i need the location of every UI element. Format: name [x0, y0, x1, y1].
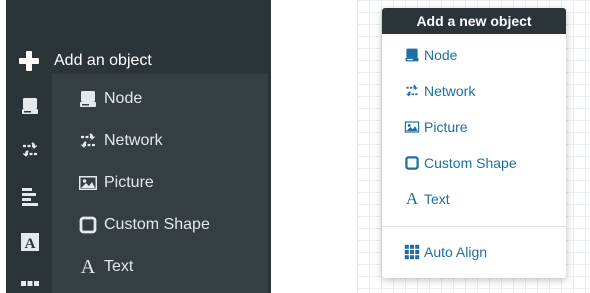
text-a-icon[interactable]: A: [20, 232, 40, 252]
submenu-item-label: Picture: [104, 174, 154, 191]
add-object-dropdown: Add a new object Node Network Picture Cu…: [382, 8, 566, 278]
dropdown-item-text[interactable]: A Text: [404, 187, 450, 211]
dropdown-header: Add a new object: [382, 8, 566, 34]
dropdown-item-auto-align[interactable]: Auto Align: [404, 240, 487, 264]
submenu-item-text[interactable]: A Text: [78, 252, 134, 282]
dropdown-item-node[interactable]: Node: [404, 43, 457, 67]
svg-text:A: A: [25, 236, 36, 252]
grid-icon: [404, 244, 420, 260]
picture-icon: [404, 121, 420, 133]
dropdown-item-label: Text: [424, 191, 450, 207]
add-object-submenu: Node Network Picture Custom Shape A Text: [52, 74, 268, 293]
align-left-icon[interactable]: [20, 186, 40, 206]
server-icon: [80, 91, 96, 107]
text-a-icon: A: [405, 189, 419, 208]
icon-rail: A: [6, 0, 50, 293]
dropdown-item-custom-shape[interactable]: Custom Shape: [404, 151, 517, 175]
submenu-item-network[interactable]: Network: [78, 126, 163, 156]
dropdown-item-label: Node: [424, 47, 458, 63]
dropdown-item-label: Auto Align: [424, 244, 488, 260]
add-object-label: Add an object: [54, 52, 152, 69]
server-icon[interactable]: [20, 96, 40, 116]
dropdown-item-label: Custom Shape: [424, 155, 517, 171]
submenu-item-label: Node: [104, 90, 143, 107]
grid-icon[interactable]: [20, 280, 40, 293]
dropdown-item-picture[interactable]: Picture: [404, 115, 468, 139]
picture-icon: [79, 176, 97, 190]
arrows-swap-icon[interactable]: [20, 140, 40, 160]
dropdown-item-label: Network: [424, 83, 476, 99]
object-sidebar: A Add an object Node Network Picture Cus…: [6, 0, 271, 293]
submenu-item-picture[interactable]: Picture: [78, 168, 154, 198]
arrows-swap-icon: [80, 133, 96, 149]
text-a-icon: A: [80, 255, 96, 278]
submenu-item-label: Network: [104, 132, 163, 149]
dropdown-divider: [382, 226, 566, 227]
dropdown-item-network[interactable]: Network: [404, 79, 475, 103]
add-object-button[interactable]: Add an object: [18, 46, 258, 76]
square-icon: [405, 156, 419, 170]
arrows-swap-icon: [406, 84, 418, 98]
submenu-item-custom-shape[interactable]: Custom Shape: [78, 210, 210, 240]
dropdown-item-label: Picture: [424, 119, 468, 135]
submenu-item-label: Text: [104, 258, 134, 275]
plus-icon: [19, 51, 39, 71]
submenu-item-label: Custom Shape: [104, 216, 210, 233]
server-icon: [405, 48, 419, 62]
submenu-item-node[interactable]: Node: [78, 84, 142, 114]
square-icon: [79, 216, 97, 234]
